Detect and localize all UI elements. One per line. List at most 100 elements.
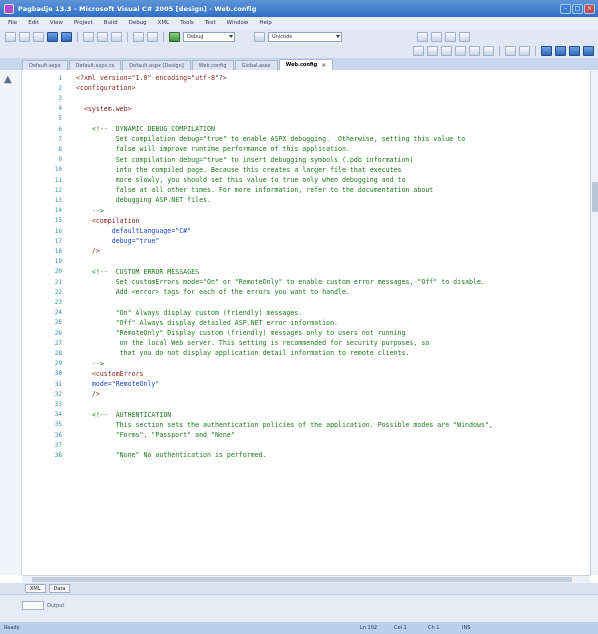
- previous-bookmark-icon[interactable]: [569, 46, 580, 56]
- menu-window[interactable]: Window: [227, 20, 249, 26]
- code-line: 34 <!-- AUTHENTICATION: [22, 410, 590, 420]
- output-window-icon: [22, 601, 44, 610]
- increase-indent-icon[interactable]: [483, 46, 494, 56]
- line-number: 27: [54, 339, 62, 347]
- menu-tools[interactable]: Tools: [180, 20, 194, 26]
- toolbox-pin-icon[interactable]: ▲: [4, 74, 16, 86]
- solution-explorer-icon[interactable]: [417, 31, 428, 42]
- close-tab-icon[interactable]: ×: [321, 62, 326, 69]
- close-button[interactable]: ×: [584, 3, 595, 14]
- start-debugging-icon[interactable]: [169, 31, 180, 42]
- code-text: on the local Web server. This setting is…: [76, 339, 430, 348]
- outline-margin: [66, 450, 76, 460]
- maximize-button[interactable]: □: [572, 3, 583, 14]
- code-text: "Off" Always display detailed ASP.NET er…: [76, 318, 339, 327]
- cut-icon[interactable]: [83, 31, 94, 42]
- xml-view-tab[interactable]: XML: [25, 584, 46, 593]
- output-panel-strip: Output: [0, 594, 598, 622]
- line-number: 11: [54, 176, 62, 184]
- line-number: 20: [54, 268, 62, 276]
- line-number: 35: [54, 421, 62, 429]
- menu-debug[interactable]: Debug: [129, 20, 147, 26]
- code-line: 35 This section sets the authentication …: [22, 420, 590, 430]
- menu-test[interactable]: Test: [205, 20, 216, 26]
- menu-help[interactable]: Help: [259, 20, 272, 26]
- menu-view[interactable]: View: [50, 20, 63, 26]
- comment-out-icon[interactable]: [505, 46, 516, 56]
- outline-margin: [66, 338, 76, 348]
- properties-icon[interactable]: [431, 31, 442, 42]
- display-object-icon[interactable]: [413, 46, 424, 56]
- code-line: 15 <compilation: [22, 216, 590, 226]
- code-text: "RemoteOnly" Display custom (friendly) m…: [76, 329, 406, 337]
- tab-default-aspx-cs[interactable]: Default.aspx.cs: [68, 60, 122, 70]
- find-combo[interactable]: Unicode: [268, 31, 342, 42]
- menu-edit[interactable]: Edit: [28, 20, 39, 26]
- tab-global-asax[interactable]: Global.asax: [234, 60, 278, 70]
- decrease-indent-icon[interactable]: [469, 46, 480, 56]
- menu-xml[interactable]: XML: [158, 20, 170, 26]
- solution-config-select[interactable]: Debug: [183, 31, 235, 42]
- code-line: 36 "Forms", "Passport" and "None": [22, 430, 590, 440]
- code-line: 25 "Off" Always display detailed ASP.NET…: [22, 318, 590, 328]
- code-line: 17 debug="true": [22, 236, 590, 246]
- vertical-scrollbar[interactable]: [590, 70, 598, 575]
- menu-project[interactable]: Project: [74, 20, 93, 26]
- code-line: 16 defaultLanguage="C#": [22, 226, 590, 236]
- undo-icon[interactable]: [133, 31, 144, 42]
- code-editor[interactable]: 1 <?xml version="1.0" encoding="utf-8"?> 2…: [22, 70, 590, 575]
- vertical-scroll-thumb[interactable]: [592, 182, 598, 212]
- object-browser-icon[interactable]: [459, 31, 470, 42]
- tab-web-config-2[interactable]: Web.config: [191, 60, 234, 70]
- word-complete-icon[interactable]: [455, 46, 466, 56]
- data-view-tab[interactable]: Data: [48, 584, 71, 593]
- copy-icon[interactable]: [97, 31, 108, 42]
- toolbox-icon[interactable]: [445, 31, 456, 42]
- save-all-icon[interactable]: [61, 31, 72, 42]
- code-text: />: [76, 390, 100, 399]
- open-file-icon[interactable]: [33, 31, 44, 42]
- new-project-icon[interactable]: [5, 31, 16, 42]
- find-icon[interactable]: [254, 31, 265, 42]
- menu-file[interactable]: File: [8, 20, 17, 26]
- outline-margin: [66, 379, 76, 389]
- outline-margin: [66, 359, 76, 369]
- outline-margin: [66, 389, 76, 399]
- line-number: 14: [54, 207, 62, 215]
- status-line: Ln 102: [360, 625, 378, 631]
- code-line: 18 />: [22, 246, 590, 256]
- code-text: debug="true": [76, 237, 160, 246]
- code-text: <configuration>: [76, 84, 136, 93]
- paste-icon[interactable]: [111, 31, 122, 42]
- line-number: 12: [54, 186, 62, 194]
- line-number: 16: [54, 227, 62, 235]
- outline-margin: [66, 206, 76, 216]
- clear-bookmarks-icon[interactable]: [583, 46, 594, 56]
- outline-margin: [66, 226, 76, 236]
- toolbar-separator: [499, 46, 500, 56]
- parameter-info-icon[interactable]: [427, 46, 438, 56]
- menu-build[interactable]: Build: [104, 20, 118, 26]
- redo-icon[interactable]: [147, 31, 158, 42]
- tab-web-config[interactable]: Web.config ×: [278, 59, 334, 70]
- tab-default-aspx[interactable]: Default.aspx: [22, 60, 68, 70]
- outline-margin: [66, 430, 76, 440]
- horizontal-scroll-thumb[interactable]: [32, 577, 572, 582]
- code-text: more slowly, you should set this value t…: [76, 176, 406, 184]
- outline-margin: [66, 257, 76, 267]
- toggle-bookmark-icon[interactable]: [541, 46, 552, 56]
- outline-margin: [66, 369, 76, 379]
- next-bookmark-icon[interactable]: [555, 46, 566, 56]
- save-icon[interactable]: [47, 31, 58, 42]
- minimize-button[interactable]: –: [560, 3, 571, 14]
- code-line: 28 that you do not display application d…: [22, 348, 590, 358]
- horizontal-scrollbar[interactable]: [22, 575, 590, 583]
- outline-margin: [66, 165, 76, 175]
- tab-default-aspx-design[interactable]: Default.aspx [Design]: [122, 60, 191, 70]
- uncomment-icon[interactable]: [519, 46, 530, 56]
- code-text: <customErrors: [76, 369, 144, 378]
- quick-info-icon[interactable]: [441, 46, 452, 56]
- output-tab[interactable]: Output: [22, 601, 64, 610]
- add-item-icon[interactable]: [19, 31, 30, 42]
- line-number: 33: [54, 400, 62, 408]
